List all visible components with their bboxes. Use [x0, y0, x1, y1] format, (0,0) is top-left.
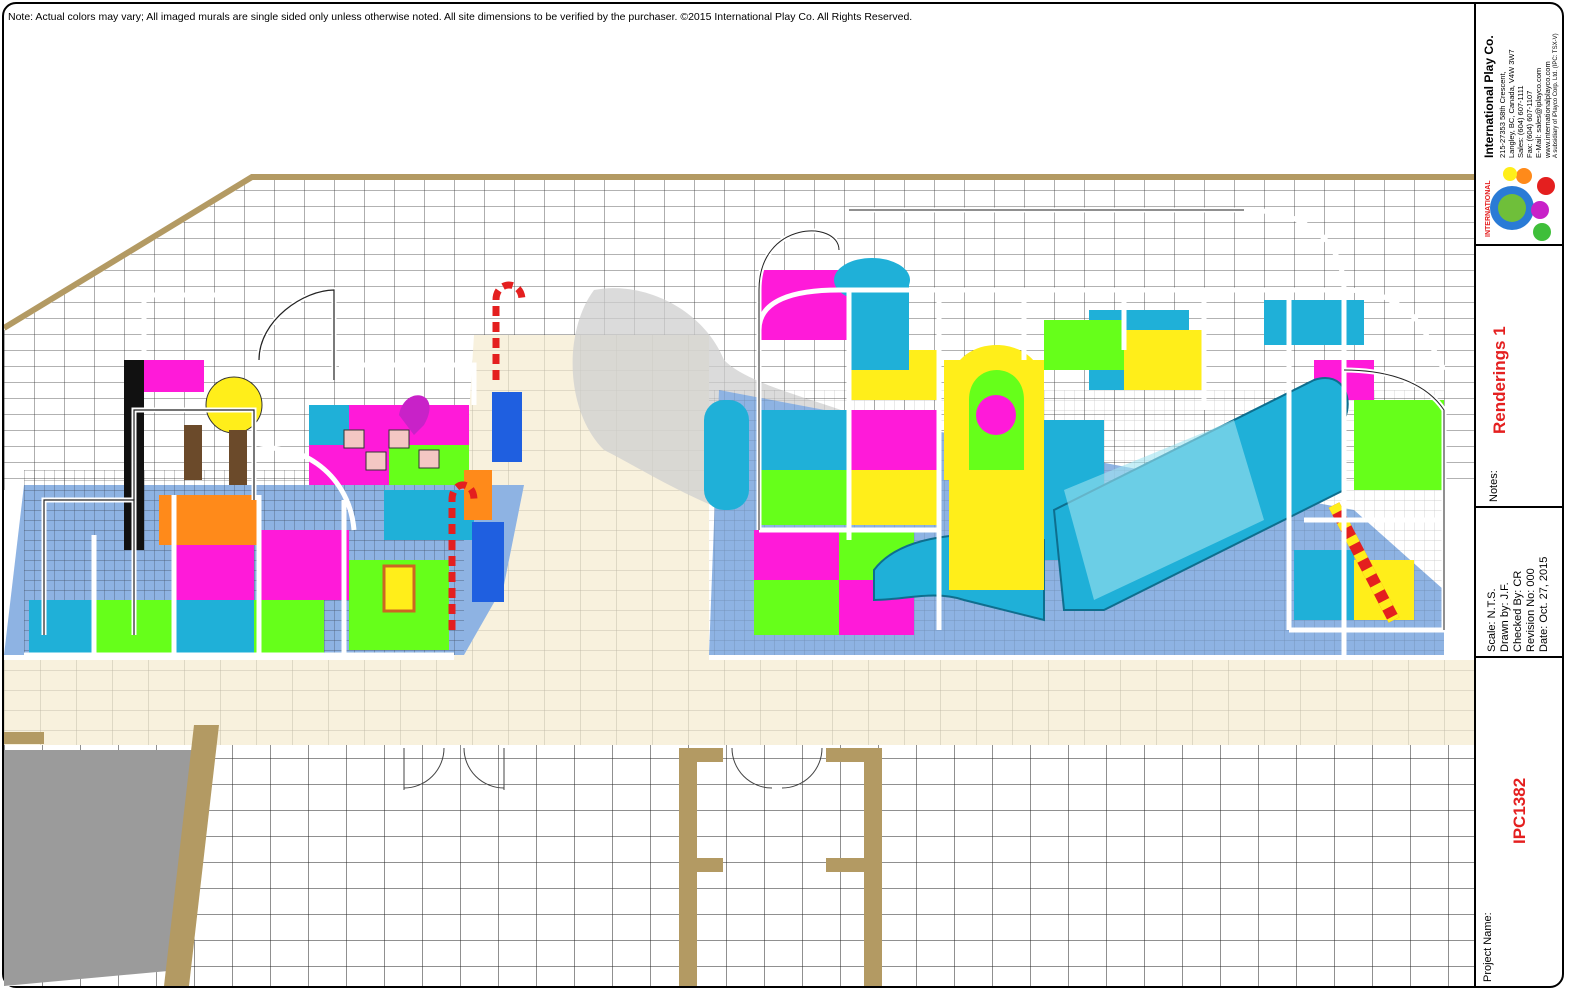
title-block: International Play Co. 215-27353 58th Cr… — [1474, 4, 1564, 986]
project-name-label: Project Name: — [1482, 912, 1494, 982]
notes-label: Notes: — [1488, 470, 1500, 502]
sheet-title: Renderings 1 — [1490, 326, 1509, 434]
date-text: Date: Oct. 27, 2015 — [1538, 556, 1550, 652]
company-logo-icon: INTERNATIONAL — [1485, 167, 1555, 241]
drawn-by-text: Drawn by: J.F. — [1499, 582, 1511, 652]
company-address-2: Langley, BC, Canada, V4W 3W7 — [1507, 49, 1516, 158]
playground-rendering — [4, 30, 1474, 986]
company-subsidiary: A subsidiary of iPlayco Corp. Ltd. (IPC:… — [1553, 33, 1559, 158]
company-web: www.internationalplayco.com — [1543, 61, 1552, 158]
divider — [1476, 244, 1564, 246]
company-email: E-Mail: sales@iplayco.com — [1534, 67, 1543, 158]
scale-text: Scale: N.T.S. — [1486, 588, 1498, 652]
lower-floor — [4, 725, 1474, 986]
drawing-sheet: Note: Actual colors may vary; All imaged… — [0, 0, 1574, 995]
disclaimer-note: Note: Actual colors may vary; All imaged… — [8, 11, 913, 23]
divider — [1476, 656, 1564, 658]
project-code: IPC1382 — [1510, 777, 1529, 844]
logo-text: INTERNATIONAL — [1485, 180, 1492, 237]
company-sales: Sales: (604) 607-1111 — [1516, 85, 1525, 158]
company-name: International Play Co. — [1482, 35, 1496, 158]
company-fax: Fax: (604) 607-1107 — [1525, 90, 1534, 158]
company-address-1: 215-27353 58th Crescent, — [1498, 71, 1507, 158]
checked-by-text: Checked By: CR — [1512, 570, 1524, 652]
divider — [1476, 506, 1564, 508]
revision-text: Revision No: 000 — [1525, 568, 1537, 652]
